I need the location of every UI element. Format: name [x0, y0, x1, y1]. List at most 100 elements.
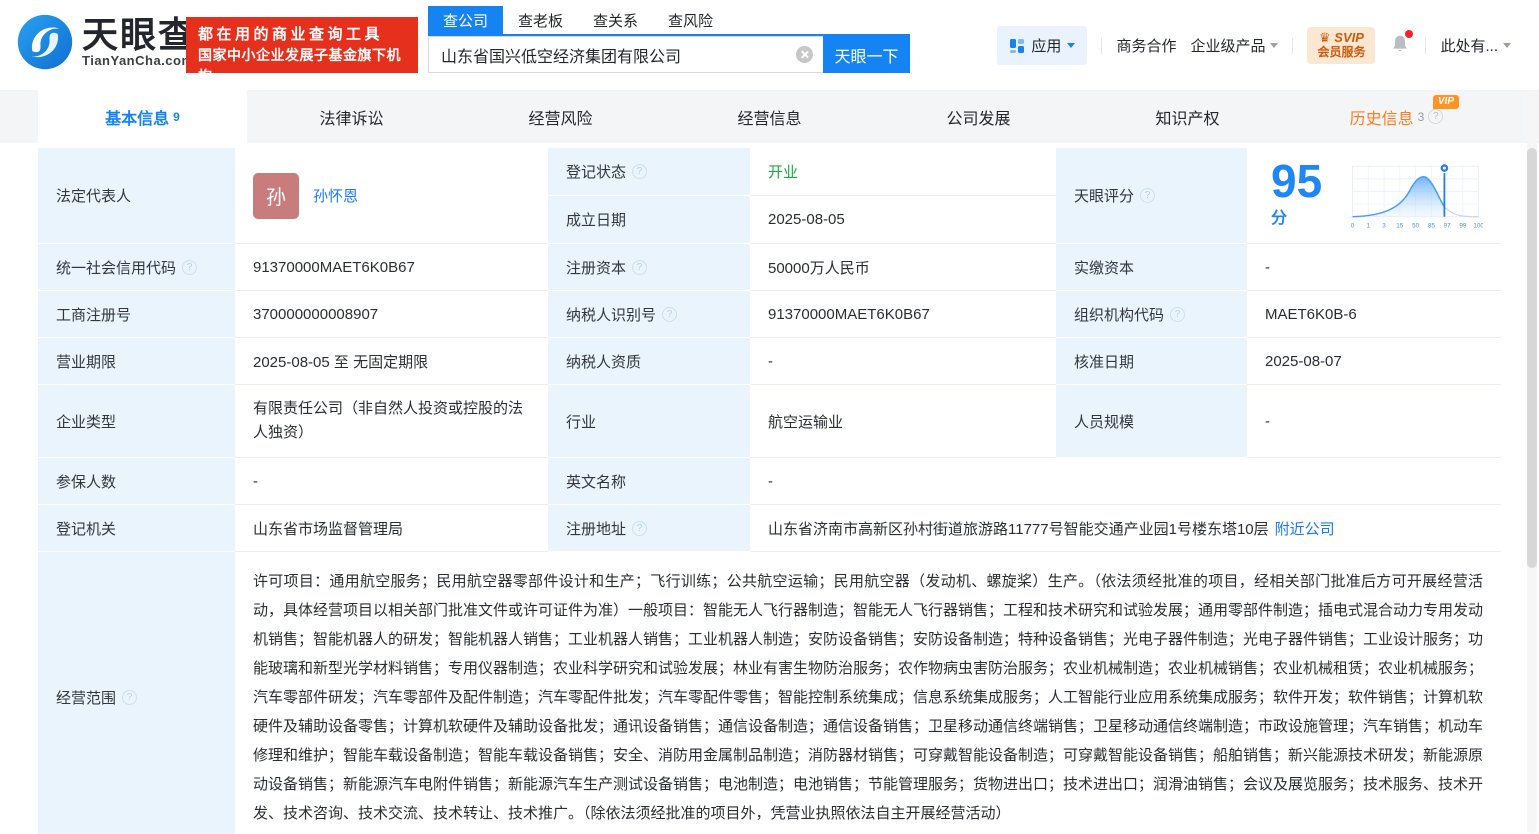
nav-enterprise-products[interactable]: 企业级产品 [1190, 35, 1278, 56]
page-scrollbar [1527, 90, 1537, 834]
field-label: 参保人数 [56, 471, 116, 492]
value-establishment-date: 2025-08-05 [750, 196, 1056, 244]
field-value: 2025-08-05 [768, 211, 845, 228]
help-icon[interactable]: ? [1140, 188, 1155, 203]
section-tabstrip: 基本信息 9 法律诉讼 经营风险 经营信息 公司发展 知识产权 VIP 历史信息… [0, 90, 1539, 143]
svip-label: SVIP [1334, 30, 1364, 45]
divider [1101, 38, 1102, 54]
search-tab-relation[interactable]: 查关系 [578, 6, 653, 34]
value-insured-count: - [235, 458, 548, 505]
label-business-term: 营业期限 [38, 338, 235, 385]
field-value: 2025-08-05 至 无固定期限 [253, 351, 428, 372]
nearby-companies-link[interactable]: 附近公司 [1275, 518, 1335, 539]
logo-text: 天眼查 TianYanCha.com [82, 17, 196, 68]
label-business-scope: 经营范围 ? [38, 552, 235, 834]
value-registered-address: 山东省济南市高新区孙村街道旅游路11777号智能交通产业园1号楼东塔10层 附近… [750, 505, 1501, 552]
svg-text:85: 85 [1428, 222, 1436, 229]
chevron-down-icon [1503, 43, 1511, 48]
value-taxpayer-qualification: - [750, 338, 1056, 385]
legal-representative-link[interactable]: 孙怀恩 [313, 185, 358, 206]
tab-intellectual-property[interactable]: 知识产权 [1083, 90, 1292, 143]
help-icon[interactable]: ? [182, 260, 197, 275]
svg-text:100: 100 [1473, 222, 1483, 229]
value-registered-capital: 50000万人民币 [750, 244, 1056, 291]
search-tab-company[interactable]: 查公司 [428, 6, 503, 34]
apps-menu[interactable]: 应用 [997, 26, 1087, 65]
search-area: 查公司 查老板 查关系 查风险 天眼一下 [428, 6, 910, 73]
field-label: 行业 [566, 411, 596, 432]
label-company-type: 企业类型 [38, 385, 235, 458]
chevron-down-icon [1067, 43, 1075, 48]
svg-text:0: 0 [1351, 222, 1355, 229]
field-value: 91370000MAET6K0B67 [768, 306, 930, 323]
clear-icon[interactable] [796, 46, 813, 63]
field-label: 营业期限 [56, 351, 116, 372]
help-icon[interactable]: ? [632, 260, 647, 275]
value-tianyan-score: 95分 [1247, 148, 1501, 244]
search-tab-risk[interactable]: 查风险 [653, 6, 728, 34]
apps-grid-icon [1009, 38, 1025, 54]
help-icon[interactable]: ? [632, 521, 647, 536]
label-registered-address: 注册地址 ? [548, 505, 750, 552]
tab-label: 法律诉讼 [319, 105, 383, 129]
divider [1292, 38, 1293, 54]
crown-icon: ♛ [1319, 30, 1331, 45]
label-registered-capital: 注册资本 ? [548, 244, 750, 291]
score-unit: 分 [1271, 210, 1287, 227]
tab-operating-risk[interactable]: 经营风险 [456, 90, 665, 143]
notification-bell[interactable] [1389, 33, 1411, 59]
user-menu[interactable]: 此处有... [1440, 35, 1511, 56]
label-credit-code: 统一社会信用代码 ? [38, 244, 235, 291]
tab-business-info[interactable]: 经营信息 [665, 90, 874, 143]
tab-history-info[interactable]: VIP 历史信息 3 ? [1292, 90, 1501, 143]
search-input-wrap [428, 36, 823, 73]
value-taxpayer-id: 91370000MAET6K0B67 [750, 291, 1056, 338]
help-icon[interactable]: ? [1170, 307, 1185, 322]
tab-label: 历史信息 [1350, 105, 1414, 129]
field-value: - [253, 473, 258, 490]
field-value: 91370000MAET6K0B67 [253, 259, 415, 276]
field-value: - [768, 353, 773, 370]
tab-legal-proceedings[interactable]: 法律诉讼 [247, 90, 456, 143]
enterprise-label: 企业级产品 [1190, 35, 1265, 56]
field-label: 实缴资本 [1074, 257, 1134, 278]
tab-count: 9 [173, 110, 180, 124]
help-icon[interactable]: ? [662, 307, 677, 322]
score-number: 95分 [1271, 158, 1336, 233]
svip-sublabel: 会员服务 [1317, 45, 1365, 59]
field-value: 山东省市场监督管理局 [253, 518, 403, 539]
field-value: - [1265, 413, 1270, 430]
field-label: 天眼评分 [1074, 185, 1134, 206]
tab-basic-info[interactable]: 基本信息 9 [38, 90, 247, 143]
value-industry: 航空运输业 [750, 385, 1056, 458]
value-business-scope: 许可项目：通用航空服务；民用航空器零部件设计和生产；飞行训练；公共航空运输；民用… [235, 552, 1501, 834]
field-label: 英文名称 [566, 471, 626, 492]
help-icon[interactable]: ? [632, 164, 647, 179]
field-label: 核准日期 [1074, 351, 1134, 372]
search-tab-boss[interactable]: 查老板 [503, 6, 578, 34]
field-value: 航空运输业 [768, 411, 843, 432]
value-registration-number: 370000000008907 [235, 291, 548, 338]
search-tabs: 查公司 查老板 查关系 查风险 [428, 6, 910, 36]
help-icon[interactable]: ? [122, 690, 137, 705]
scrollbar-thumb[interactable] [1527, 148, 1537, 568]
header-nav: 应用 商务合作 企业级产品 ♛ SVIP 会员服务 此处有... [997, 26, 1511, 65]
search-input[interactable] [428, 36, 823, 73]
field-label: 人员规模 [1074, 411, 1134, 432]
tianyancha-logo[interactable]: 天眼查 TianYanCha.com [16, 13, 196, 71]
tab-company-development[interactable]: 公司发展 [874, 90, 1083, 143]
svip-member-service[interactable]: ♛ SVIP 会员服务 [1307, 27, 1375, 64]
search-button[interactable]: 天眼一下 [823, 36, 910, 73]
label-english-name: 英文名称 [548, 458, 750, 505]
slogan-line1: 都在用的商业查询工具 [198, 24, 408, 45]
chevron-down-icon [1270, 43, 1278, 48]
field-value: 2025-08-07 [1265, 353, 1342, 370]
tab-label: 经营风险 [528, 105, 592, 129]
avatar[interactable]: 孙 [253, 173, 299, 219]
label-staff-size: 人员规模 [1056, 385, 1247, 458]
field-label: 经营范围 [56, 687, 116, 708]
nav-cooperation[interactable]: 商务合作 [1116, 35, 1176, 56]
help-icon[interactable]: ? [1428, 109, 1443, 124]
logo-name: 天眼查 [82, 17, 196, 53]
field-value: - [768, 473, 773, 490]
